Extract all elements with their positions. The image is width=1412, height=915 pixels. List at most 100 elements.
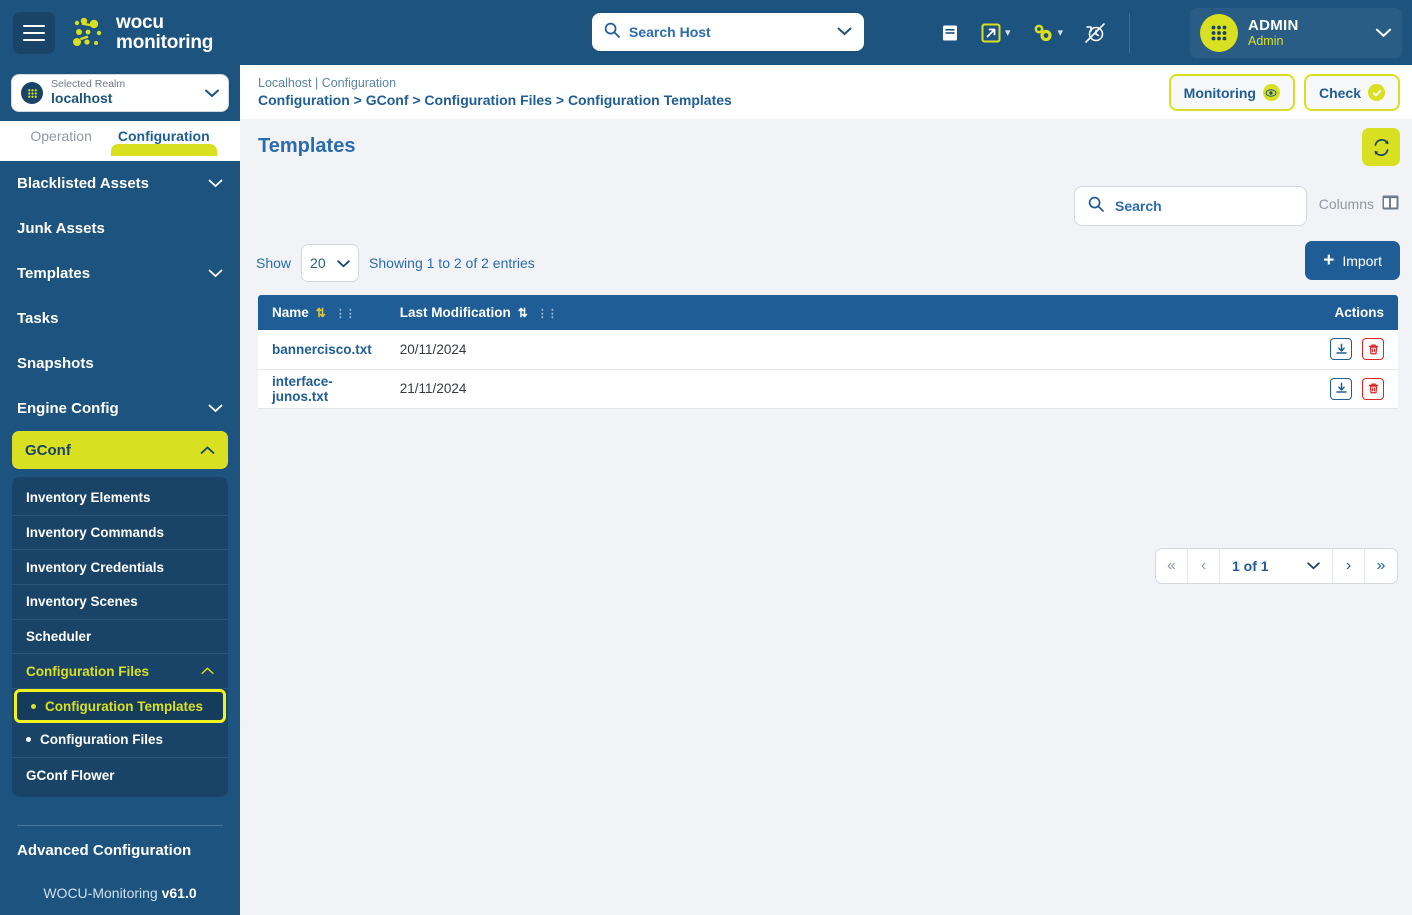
auto-refresh-off-icon[interactable] — [1073, 0, 1117, 65]
column-header-name[interactable]: Name ⇅ ⋮⋮ — [258, 295, 386, 330]
search-host-input[interactable]: Search Host — [592, 13, 864, 51]
sidebar-item-gconf[interactable]: GConf — [12, 431, 228, 469]
hamburger-icon[interactable] — [13, 11, 55, 54]
brand-line-2: monitoring — [116, 31, 214, 53]
columns-button[interactable]: Columns — [1319, 195, 1399, 213]
monitoring-button[interactable]: Monitoring — [1168, 74, 1295, 111]
realm-avatar-icon — [21, 82, 43, 104]
check-label: Check — [1318, 84, 1361, 101]
chevron-down-icon — [1307, 559, 1320, 573]
cell-name: interface-junos.txt — [258, 369, 386, 409]
column-grip-icon[interactable]: ⋮⋮ — [335, 307, 356, 320]
sidebar-item-inventory-commands[interactable]: Inventory Commands — [12, 516, 228, 551]
chevron-down-icon — [208, 266, 223, 281]
sidebar-item-label: Configuration Files — [40, 732, 163, 748]
search-icon — [1088, 196, 1104, 217]
column-label: Name — [272, 305, 309, 320]
sidebar-item-snapshots[interactable]: Snapshots — [0, 341, 240, 386]
sort-icon[interactable]: ⇅ — [518, 306, 528, 320]
sidebar-item-label: Configuration Templates — [45, 698, 204, 714]
user-role: Admin — [1248, 34, 1284, 49]
pagination-last-button[interactable]: » — [1365, 549, 1397, 583]
sidebar-item-configuration-files[interactable]: Configuration Files — [12, 723, 228, 758]
column-header-last-modification[interactable]: Last Modification ⇅ ⋮⋮ — [385, 295, 1288, 330]
sidebar-item-label: Engine Config — [17, 400, 119, 417]
sidebar-item-configuration-files-group[interactable]: Configuration Files — [12, 654, 228, 690]
report-icon[interactable] — [930, 0, 970, 65]
check-button[interactable]: Check — [1303, 74, 1400, 111]
top-bar: wocu monitoring Search Host ▾ ▾ ADMIN Ad… — [0, 0, 1412, 65]
breadcrumb: Localhost | Configuration Configuration … — [258, 76, 732, 108]
gconf-submenu: Inventory Elements Inventory Commands In… — [12, 477, 228, 797]
columns-label: Columns — [1318, 196, 1374, 212]
app-root: Selected Realm localhost Operation Confi… — [0, 0, 1412, 915]
download-icon[interactable] — [1330, 338, 1353, 361]
sidebar-item-inventory-credentials[interactable]: Inventory Credentials — [12, 550, 228, 586]
search-placeholder: Search — [1115, 198, 1162, 214]
sidebar-item-inventory-scenes[interactable]: Inventory Scenes — [12, 585, 228, 620]
pagination-prev-button[interactable]: ‹ — [1188, 549, 1220, 583]
template-link[interactable]: bannercisco.txt — [272, 342, 372, 357]
version-product: WOCU-Monitoring — [43, 885, 158, 901]
bullet-icon — [31, 703, 36, 709]
page-length-value: 20 — [310, 255, 326, 271]
user-menu[interactable]: ADMIN Admin — [1190, 8, 1402, 58]
page-length-select[interactable]: 20 — [301, 244, 360, 282]
pagination: « ‹ 1 of 1 › » — [1155, 548, 1398, 584]
import-label: Import — [1342, 252, 1382, 269]
cell-actions — [1288, 330, 1398, 370]
realm-value: localhost — [51, 90, 113, 107]
pagination-first-button[interactable]: « — [1156, 549, 1188, 583]
sidebar-item-templates[interactable]: Templates — [0, 251, 240, 296]
import-button[interactable]: + Import — [1305, 241, 1400, 280]
sidebar-item-blacklisted-assets[interactable]: Blacklisted Assets — [0, 161, 240, 206]
page-title: Templates — [258, 135, 356, 157]
columns-icon — [1382, 195, 1399, 213]
search-input[interactable]: Search — [1074, 186, 1307, 226]
brand-logo: wocu monitoring — [72, 13, 213, 52]
breadcrumb-path: Configuration > GConf > Configuration Fi… — [258, 92, 732, 108]
bullet-icon — [26, 737, 31, 743]
settings-gear-icon[interactable]: ▾ — [1021, 0, 1074, 65]
sidebar-item-label: Tasks — [17, 310, 59, 327]
show-label: Show — [256, 255, 292, 271]
avatar — [1200, 14, 1238, 52]
sidebar-item-label: Templates — [17, 265, 91, 282]
column-grip-icon[interactable]: ⋮⋮ — [537, 307, 558, 320]
sidebar-item-junk-assets[interactable]: Junk Assets — [0, 206, 240, 251]
refresh-button[interactable] — [1362, 128, 1400, 166]
sidebar-item-inventory-elements[interactable]: Inventory Elements — [12, 481, 228, 516]
delete-icon[interactable] — [1362, 338, 1384, 361]
sort-asc-icon[interactable]: ⇅ — [316, 306, 326, 320]
search-icon — [604, 22, 620, 43]
top-icon-group: ▾ ▾ — [930, 0, 1142, 65]
pagination-page-select[interactable]: 1 of 1 — [1220, 549, 1333, 583]
template-link[interactable]: interface-junos.txt — [272, 374, 333, 404]
pagination-next-button[interactable]: › — [1333, 549, 1365, 583]
sidebar: Selected Realm localhost Operation Confi… — [0, 0, 240, 915]
external-link-icon[interactable]: ▾ — [970, 0, 1021, 65]
sidebar-item-label: Inventory Scenes — [26, 594, 138, 610]
sidebar-item-configuration-templates[interactable]: Configuration Templates — [14, 689, 226, 724]
sidebar-item-label: GConf Flower — [26, 767, 115, 783]
cell-name: bannercisco.txt — [258, 330, 386, 370]
sidebar-item-scheduler[interactable]: Scheduler — [12, 620, 228, 655]
eye-icon — [1262, 84, 1280, 101]
chevron-down-icon — [208, 401, 223, 416]
chevron-down-icon[interactable] — [837, 23, 852, 41]
tab-operation[interactable]: Operation — [30, 121, 91, 144]
chevron-up-icon — [201, 664, 214, 678]
sidebar-item-engine-config[interactable]: Engine Config — [0, 386, 240, 431]
cell-last-modification: 20/11/2024 — [385, 330, 1288, 370]
sidebar-item-gconf-flower[interactable]: GConf Flower — [12, 758, 228, 793]
sidebar-item-tasks[interactable]: Tasks — [0, 296, 240, 341]
templates-table: Name ⇅ ⋮⋮ Last Modification ⇅ ⋮⋮ Actions ban… — [258, 295, 1398, 409]
divider — [17, 825, 223, 826]
tab-configuration[interactable]: Configuration — [110, 121, 217, 156]
realm-selector[interactable]: Selected Realm localhost — [11, 74, 229, 112]
delete-icon[interactable] — [1362, 377, 1384, 400]
sidebar-item-label: Scheduler — [26, 629, 92, 645]
chevron-down-icon — [1375, 26, 1392, 41]
sidebar-item-advanced-configuration[interactable]: Advanced Configuration — [0, 842, 240, 859]
download-icon[interactable] — [1330, 377, 1353, 400]
